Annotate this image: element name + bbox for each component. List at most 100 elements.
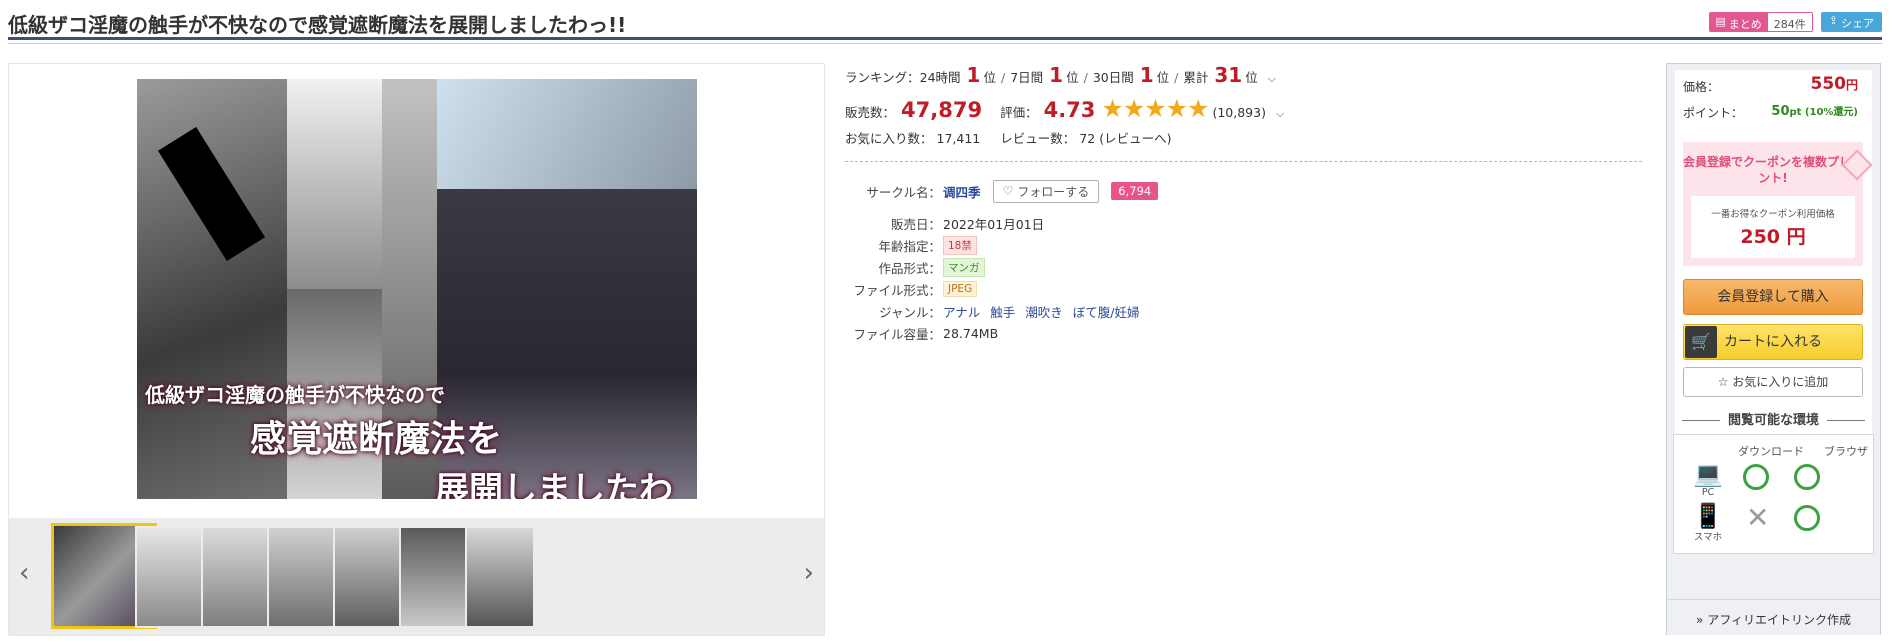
ranking-period: 30日間 (1092, 70, 1134, 85)
rating-value: 4.73 (1043, 98, 1096, 122)
favorites-count: 17,411 (936, 131, 981, 146)
review-label: レビュー数： (1000, 131, 1076, 146)
file-size: 28.74MB (943, 325, 999, 341)
age-rating-badge[interactable]: 18禁 (943, 235, 977, 255)
image-gallery: 低級ザコ淫魔の触手が不快なので 感覚遮断魔法を 展開しましたわっ!! ‹ › (8, 63, 825, 636)
cover-panel (437, 79, 697, 189)
review-link[interactable]: (レビューへ) (1099, 128, 1171, 147)
main-product-image[interactable]: 低級ザコ淫魔の触手が不快なので 感覚遮断魔法を 展開しましたわっ!! (137, 79, 697, 499)
matome-label: まとめ (1728, 18, 1762, 31)
spec-row-format: 作品形式 マンガ (845, 256, 1643, 278)
release-date[interactable]: 2022年01月01日 (943, 214, 1044, 233)
matome-count: 284件 (1767, 13, 1812, 31)
cover-title-line: 低級ザコ淫魔の触手が不快なので (145, 383, 445, 407)
add-to-cart-button[interactable]: 🛒 カートに入れる (1683, 324, 1863, 360)
add-favorite-button[interactable]: ☆ お気に入りに追加 (1683, 367, 1863, 397)
coupon-promo[interactable]: 会員登録でクーポンを複数プレゼント! 一番お得なクーポン利用価格 250 円 (1683, 142, 1873, 266)
purchase-sidebar: 価格： 550円 ポイント： 50pt (10%還元) 会員登録でクーポンを複数… (1666, 63, 1881, 635)
chevron-right-icon[interactable]: › (804, 558, 814, 588)
point-label: ポイント： (1683, 106, 1744, 120)
thumbnail-strip: ‹ › (9, 518, 824, 635)
rating-count[interactable]: (10,893) (1212, 105, 1266, 120)
chevron-down-icon[interactable]: ⌵ (1276, 107, 1284, 121)
environment-title-text: 閲覧可能な環境 (1727, 413, 1819, 428)
follow-button[interactable]: ♡ フォローする (992, 179, 1100, 203)
ranking-suffix: 位 (1245, 70, 1258, 85)
price-unit: 円 (1845, 78, 1858, 92)
spec-label: ジャンル (845, 302, 941, 321)
coupon-title: 会員登録でクーポンを複数プレゼント! (1683, 155, 1864, 185)
circle-link[interactable]: 调四季 (943, 182, 981, 201)
register-purchase-button[interactable]: 会員登録して購入 (1683, 279, 1863, 315)
cover-title-line: 展開しましたわっ!! (435, 470, 673, 499)
separator: / (1083, 70, 1088, 85)
favorites-label: お気に入り数： (845, 131, 933, 146)
coupon-caption: 一番お得なクーポン利用価格 (1711, 209, 1835, 220)
chevron-down-icon[interactable]: ⌵ (1268, 72, 1276, 86)
price-value: 550円 (1810, 74, 1858, 94)
spec-label: サークル名 (845, 182, 941, 201)
ranking-suffix: 位 (1156, 70, 1170, 85)
point-unit: pt (10%還元) (1789, 107, 1859, 118)
sales-count: 47,879 (901, 98, 983, 122)
thumbnail[interactable] (267, 526, 337, 628)
divider (845, 161, 1642, 162)
env-col-download: ダウンロード (1738, 445, 1804, 458)
laptop-icon: 💻 (1693, 460, 1723, 488)
affiliate-link-button[interactable]: » アフィリエイトリンク作成 (1667, 599, 1880, 635)
env-device-phone: 📱 スマホ (1688, 503, 1728, 543)
matome-button[interactable]: ▤ まとめ 284件 (1709, 12, 1813, 32)
thumbnail[interactable] (135, 526, 205, 628)
spec-label: ファイル形式 (845, 280, 941, 299)
page-title: 低級ザコ淫魔の触手が不快なので感覚遮断魔法を展開しましたわっ!! (8, 13, 627, 37)
smartphone-icon: 📱 (1693, 502, 1723, 530)
ranking-period: 7日間 (1010, 70, 1044, 85)
cover-panel (287, 79, 382, 289)
ranking-value: 1 (1139, 63, 1154, 87)
spec-row-circle: サークル名 调四季 ♡フォローする 6,794 (845, 178, 1643, 204)
thumbnail[interactable] (399, 526, 469, 628)
thumbnail[interactable] (333, 526, 403, 628)
spec-row-age: 年齢指定 18禁 (845, 234, 1643, 256)
price-box: 価格： 550円 ポイント： 50pt (10%還元) 会員登録でクーポンを複数… (1675, 70, 1873, 460)
cart-label: カートに入れる (1724, 334, 1822, 350)
ranking-value: 1 (966, 63, 981, 87)
affiliate-label: アフィリエイトリンク作成 (1707, 613, 1851, 627)
environment-title: 閲覧可能な環境 (1667, 409, 1880, 428)
point-row: ポイント： 50pt (10%還元) (1683, 104, 1864, 121)
separator: / (1000, 70, 1006, 85)
rating-label: 評価： (1000, 105, 1038, 120)
ranking-suffix: 位 (1066, 70, 1079, 85)
favorite-label: お気に入りに追加 (1732, 375, 1829, 389)
point-number: 50 (1771, 104, 1790, 119)
share-label: シェア (1841, 17, 1874, 30)
share-button[interactable]: ⇪ シェア (1820, 12, 1882, 32)
ranking-suffix: 位 (983, 70, 996, 85)
genre-link[interactable]: ぼて腹/妊婦 (1073, 302, 1140, 321)
env-device-label: PC (1701, 487, 1715, 498)
spec-label: 年齢指定 (845, 236, 941, 255)
spec-row-file: ファイル形式 JPEG (845, 278, 1643, 300)
cart-icon: 🛒 (1685, 326, 1717, 358)
thumbnail[interactable] (465, 526, 535, 628)
spec-label: 販売日 (845, 214, 941, 233)
sales-label: 販売数： (845, 105, 896, 120)
thumbnail[interactable] (201, 526, 271, 628)
genre-link[interactable]: アナル (943, 302, 980, 321)
star-outline-icon: ☆ (1717, 375, 1729, 389)
point-value: 50pt (10%還元) (1771, 103, 1858, 119)
genre-link[interactable]: 触手 (990, 302, 1015, 321)
separator: / (1174, 70, 1179, 85)
available-circle-icon (1794, 505, 1820, 531)
env-col-browser: ブラウザ (1824, 445, 1868, 458)
bookmark-icon: ▤ (1715, 15, 1726, 28)
spec-label: ファイル容量 (845, 324, 941, 343)
file-format-badge[interactable]: JPEG (943, 281, 978, 297)
genre-link[interactable]: 潮吹き (1025, 302, 1063, 321)
spec-table: サークル名 调四季 ♡フォローする 6,794 販売日 2022年01月01日 … (845, 178, 1643, 344)
cover-title-text: 低級ザコ淫魔の触手が不快なので 感覚遮断魔法を 展開しましたわっ!! (145, 379, 685, 499)
format-badge[interactable]: マンガ (943, 257, 985, 277)
unavailable-cross-icon: ✕ (1746, 501, 1770, 534)
chevron-left-icon[interactable]: ‹ (19, 558, 29, 588)
product-info: ランキング： 24時間 1 位 / 7日間 1 位 / 30日間 1 位 / 累… (845, 63, 1643, 344)
